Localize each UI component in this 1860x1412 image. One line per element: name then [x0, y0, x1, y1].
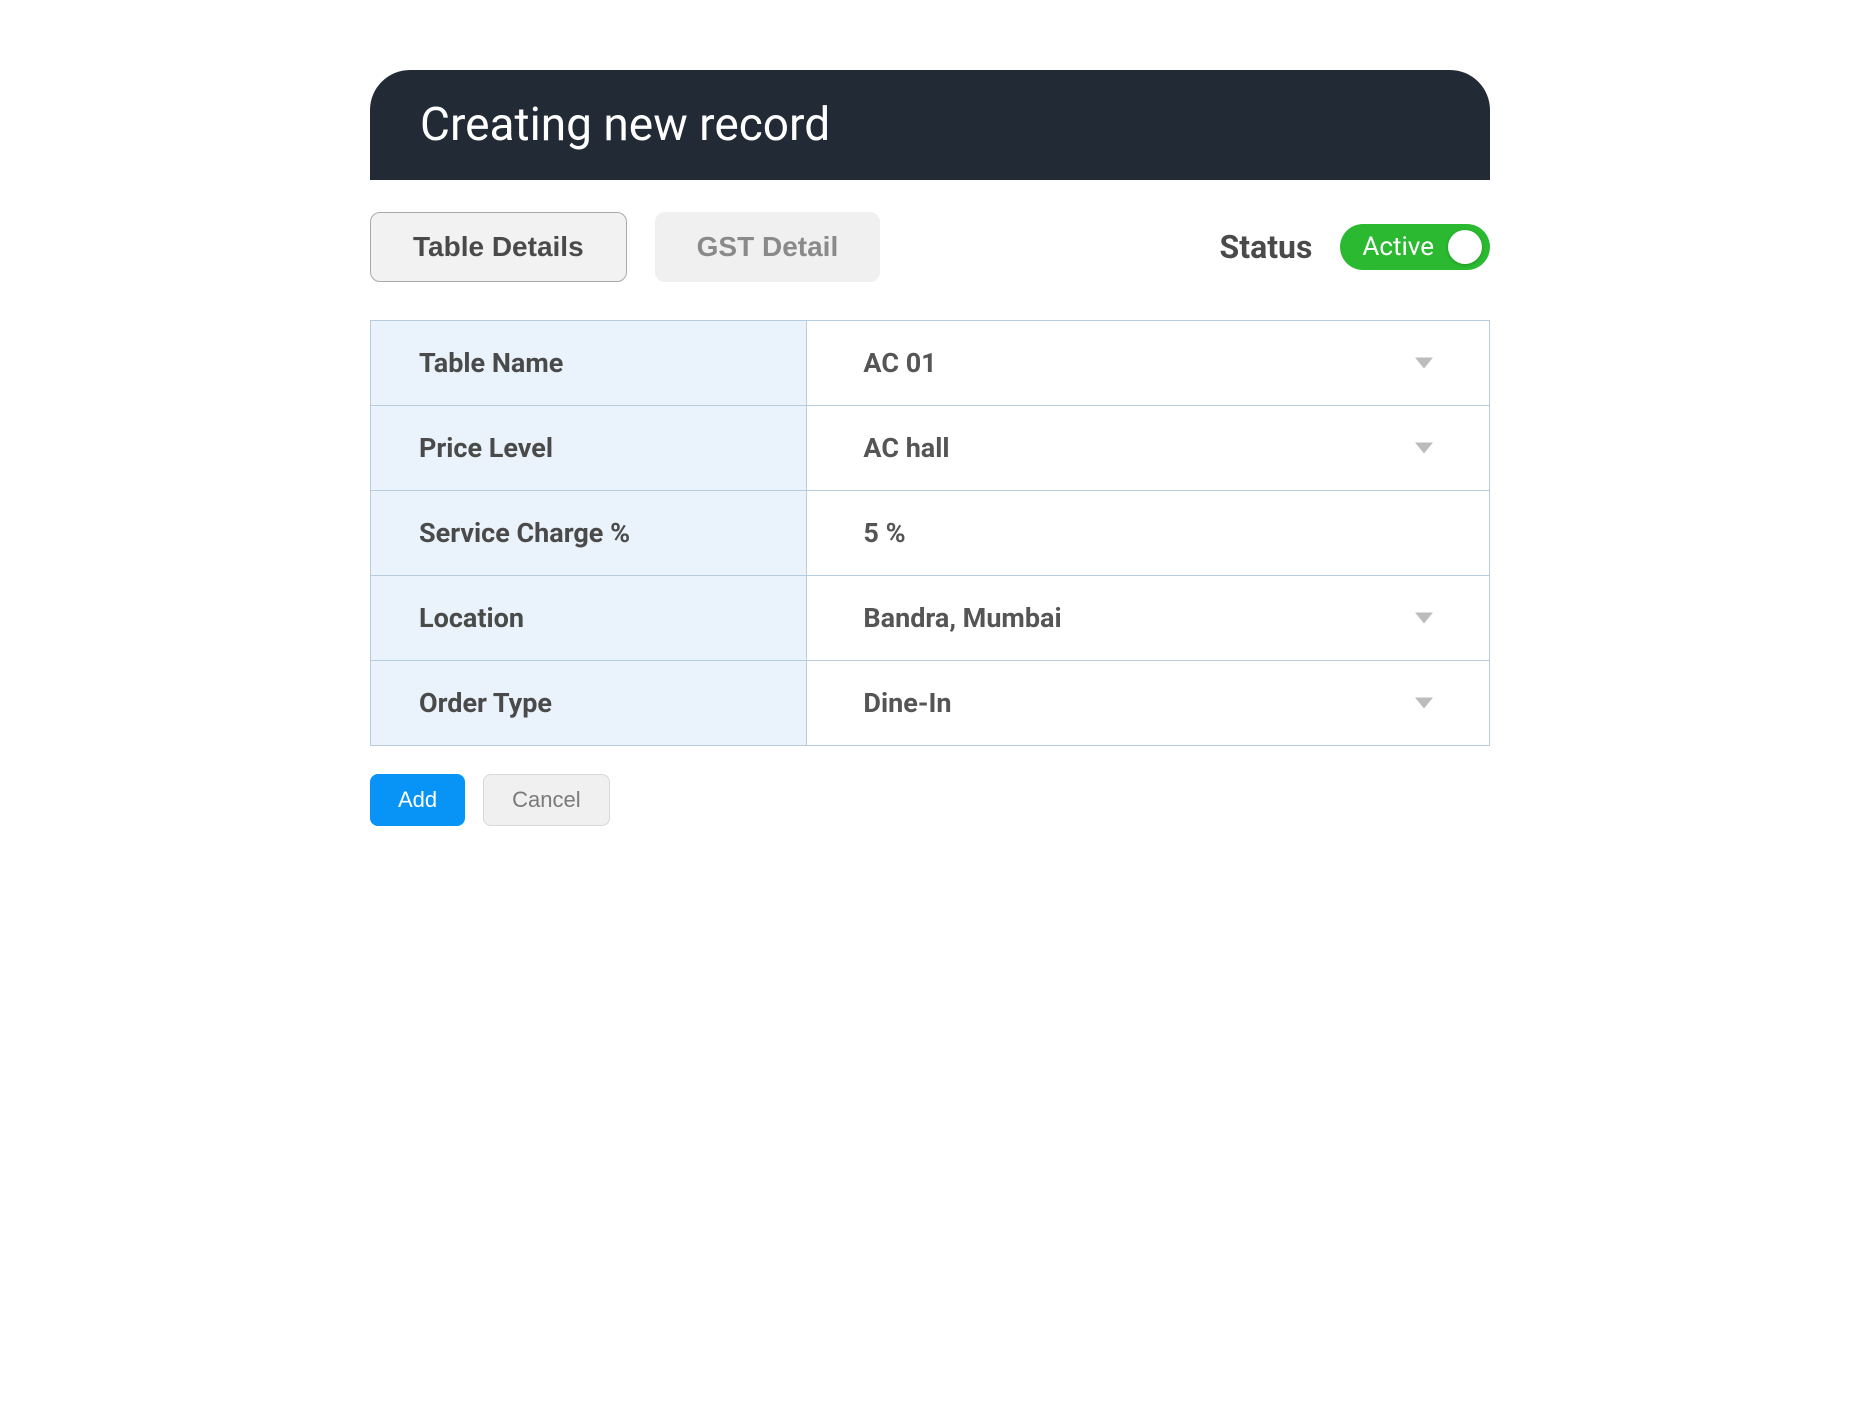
field-value-text: Dine-In — [863, 687, 951, 719]
status-toggle-label: Active — [1362, 232, 1434, 262]
field-value-order-type[interactable]: Dine-In — [807, 661, 1490, 746]
field-row-order-type: Order Type Dine-In — [371, 661, 1490, 746]
field-label: Location — [371, 576, 807, 661]
status-label: Status — [1220, 228, 1313, 266]
field-value-text: Bandra, Mumbai — [863, 602, 1061, 634]
field-label: Table Name — [371, 321, 807, 406]
tab-table-details[interactable]: Table Details — [370, 212, 627, 282]
page-header: Creating new record — [370, 70, 1490, 180]
status-toggle[interactable]: Active — [1340, 224, 1490, 270]
field-label: Price Level — [371, 406, 807, 491]
field-row-location: Location Bandra, Mumbai — [371, 576, 1490, 661]
toggle-knob — [1448, 230, 1482, 264]
chevron-down-icon — [1415, 698, 1433, 709]
chevron-down-icon — [1415, 443, 1433, 454]
field-row-table-name: Table Name AC 01 — [371, 321, 1490, 406]
cancel-button[interactable]: Cancel — [483, 774, 609, 826]
field-value-location[interactable]: Bandra, Mumbai — [807, 576, 1490, 661]
field-value-price-level[interactable]: AC hall — [807, 406, 1490, 491]
field-value-table-name[interactable]: AC 01 — [807, 321, 1490, 406]
field-value-text: AC 01 — [863, 347, 936, 379]
add-button[interactable]: Add — [370, 774, 465, 826]
field-value-text: AC hall — [863, 432, 949, 464]
field-value-text: 5 % — [863, 517, 905, 549]
field-label: Order Type — [371, 661, 807, 746]
chevron-down-icon — [1415, 613, 1433, 624]
form-table: Table Name AC 01 Price Level AC hall Ser… — [370, 320, 1490, 746]
tab-gst-detail[interactable]: GST Detail — [655, 212, 881, 282]
chevron-down-icon — [1415, 358, 1433, 369]
status-group: Status Active — [1220, 224, 1490, 270]
controls-row: Table Details GST Detail Status Active — [370, 180, 1490, 314]
page-title: Creating new record — [420, 98, 1440, 152]
tabs-group: Table Details GST Detail — [370, 212, 880, 282]
field-label: Service Charge % — [371, 491, 807, 576]
field-value-service-charge[interactable]: 5 % — [807, 491, 1490, 576]
field-row-service-charge: Service Charge % 5 % — [371, 491, 1490, 576]
field-row-price-level: Price Level AC hall — [371, 406, 1490, 491]
button-row: Add Cancel — [370, 774, 1490, 826]
